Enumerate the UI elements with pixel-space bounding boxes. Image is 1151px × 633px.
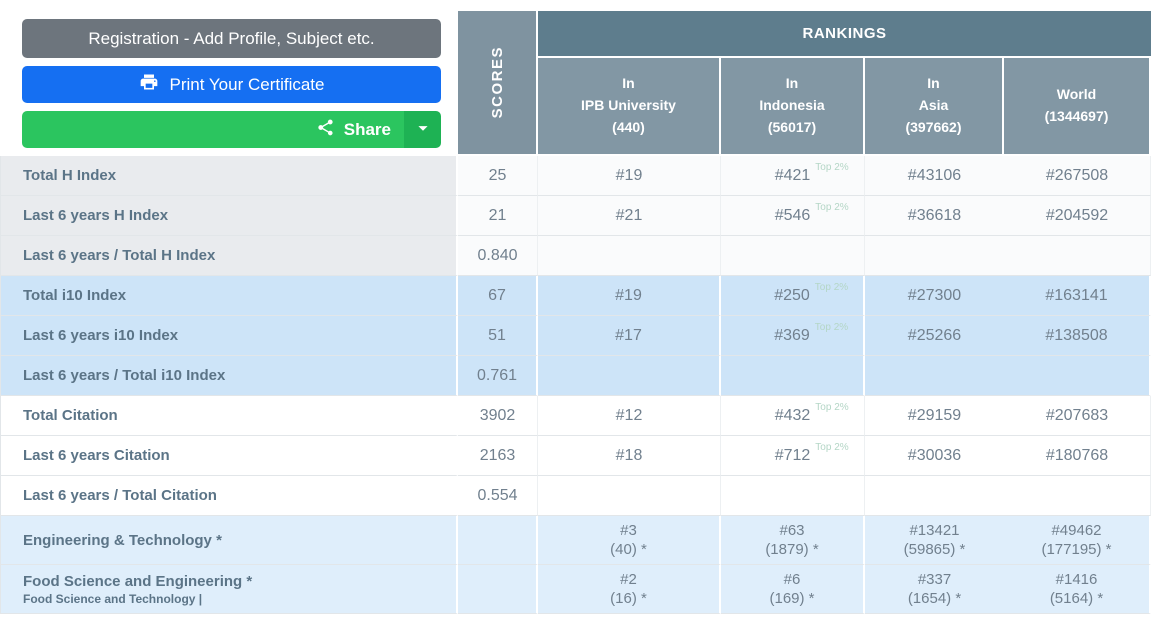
rank-cell-indonesia xyxy=(721,476,865,516)
top-2-percent-badge: Top 2% xyxy=(815,401,849,413)
score-cell: 0.761 xyxy=(458,356,538,396)
score-cell: 3902 xyxy=(458,396,538,436)
rank-cell-world xyxy=(1004,356,1151,396)
rank-cell-indonesia: #712 Top 2% xyxy=(721,436,865,476)
column-header-ipb-university: In IPB University (440) xyxy=(538,58,721,156)
rank-cell-indonesia: #369 Top 2% xyxy=(721,316,865,356)
rank-cell-ipb xyxy=(538,356,721,396)
score-cell: 0.840 xyxy=(458,236,538,276)
rank-cell-indonesia: #250 Top 2% xyxy=(721,276,865,316)
row-label-last6-total-h-index: Last 6 years / Total H Index xyxy=(0,236,458,276)
share-icon xyxy=(316,118,335,142)
row-sublabel: Food Science and Technology | xyxy=(23,591,203,606)
print-certificate-button[interactable]: Print Your Certificate xyxy=(22,66,441,103)
registration-button-label: Registration - Add Profile, Subject etc. xyxy=(88,28,375,48)
scores-header-label: SCORES xyxy=(488,46,506,119)
printer-icon xyxy=(139,72,159,97)
top-2-percent-badge: Top 2% xyxy=(815,201,849,213)
column-header-asia: In Asia (397662) xyxy=(865,58,1004,156)
top-2-percent-badge: Top 2% xyxy=(815,161,849,173)
row-label-last6-citation: Last 6 years Citation xyxy=(0,436,458,476)
rank-cell-indonesia: #432 Top 2% xyxy=(721,396,865,436)
rank-cell-world: #207683 xyxy=(1004,396,1151,436)
rank-cell-asia xyxy=(865,476,1004,516)
column-header-world: World (1344697) xyxy=(1004,58,1151,156)
rank-cell-asia: #13421 (59865) * xyxy=(865,516,1004,565)
score-cell: 0.554 xyxy=(458,476,538,516)
row-label-food-science-engineering: Food Science and Engineering * Food Scien… xyxy=(0,565,458,614)
print-button-label: Print Your Certificate xyxy=(169,74,325,94)
rank-cell-world: #204592 xyxy=(1004,196,1151,236)
rank-cell-world: #49462 (177195) * xyxy=(1004,516,1151,565)
rank-cell-ipb: #12 xyxy=(538,396,721,436)
rank-cell-world: #267508 xyxy=(1004,156,1151,196)
rank-cell-asia: #36618 xyxy=(865,196,1004,236)
rank-cell-world: #180768 xyxy=(1004,436,1151,476)
score-cell xyxy=(458,565,538,614)
registration-button[interactable]: Registration - Add Profile, Subject etc. xyxy=(22,19,441,58)
score-cell: 25 xyxy=(458,156,538,196)
score-cell xyxy=(458,516,538,565)
column-header-indonesia: In Indonesia (56017) xyxy=(721,58,865,156)
scores-header: SCORES xyxy=(458,11,538,156)
rank-cell-ipb: #17 xyxy=(538,316,721,356)
rank-cell-asia: #43106 xyxy=(865,156,1004,196)
row-label-last6-h-index: Last 6 years H Index xyxy=(0,196,458,236)
row-label-total-h-index: Total H Index xyxy=(0,156,458,196)
rank-cell-asia: #25266 xyxy=(865,316,1004,356)
rank-cell-indonesia: #421 Top 2% xyxy=(721,156,865,196)
row-label-total-citation: Total Citation xyxy=(0,396,458,436)
score-cell: 67 xyxy=(458,276,538,316)
share-dropdown-button[interactable] xyxy=(404,111,441,148)
rank-cell-asia xyxy=(865,356,1004,396)
rank-cell-indonesia: #546 Top 2% xyxy=(721,196,865,236)
score-cell: 21 xyxy=(458,196,538,236)
top-2-percent-badge: Top 2% xyxy=(814,281,849,293)
row-label-total-i10-index: Total i10 Index xyxy=(0,276,458,316)
rank-cell-ipb: #19 xyxy=(538,276,721,316)
rank-cell-indonesia xyxy=(721,356,865,396)
rank-cell-indonesia xyxy=(721,236,865,276)
rank-cell-ipb: #19 xyxy=(538,156,721,196)
share-button[interactable]: Share xyxy=(22,111,404,148)
top-2-percent-badge: Top 2% xyxy=(814,321,849,333)
rank-cell-ipb: #21 xyxy=(538,196,721,236)
rank-cell-ipb xyxy=(538,236,721,276)
rank-cell-asia: #27300 xyxy=(865,276,1004,316)
rank-cell-ipb: #18 xyxy=(538,436,721,476)
share-button-group: Share xyxy=(22,111,441,148)
rank-cell-asia xyxy=(865,236,1004,276)
rank-cell-indonesia: #63 (1879) * xyxy=(721,516,865,565)
rank-cell-ipb: #3 (40) * xyxy=(538,516,721,565)
caret-down-icon xyxy=(412,117,434,142)
rankings-header: RANKINGS xyxy=(538,11,1151,58)
row-label-last6-total-i10-index: Last 6 years / Total i10 Index xyxy=(0,356,458,396)
rank-cell-world xyxy=(1004,236,1151,276)
rank-cell-ipb xyxy=(538,476,721,516)
rank-cell-world: #1416 (5164) * xyxy=(1004,565,1151,614)
top-2-percent-badge: Top 2% xyxy=(815,441,849,453)
row-label-engineering-technology: Engineering & Technology * xyxy=(0,516,458,565)
rank-cell-world xyxy=(1004,476,1151,516)
share-button-label: Share xyxy=(343,119,391,139)
rank-cell-asia: #337 (1654) * xyxy=(865,565,1004,614)
rank-cell-asia: #30036 xyxy=(865,436,1004,476)
action-buttons: Registration - Add Profile, Subject etc.… xyxy=(22,19,441,148)
rank-cell-ipb: #2 (16) * xyxy=(538,565,721,614)
score-cell: 2163 xyxy=(458,436,538,476)
rank-cell-asia: #29159 xyxy=(865,396,1004,436)
rank-cell-world: #138508 xyxy=(1004,316,1151,356)
rank-cell-indonesia: #6 (169) * xyxy=(721,565,865,614)
row-label-last6-total-citation: Last 6 years / Total Citation xyxy=(0,476,458,516)
row-label-last6-i10-index: Last 6 years i10 Index xyxy=(0,316,458,356)
score-cell: 51 xyxy=(458,316,538,356)
rank-cell-world: #163141 xyxy=(1004,276,1151,316)
